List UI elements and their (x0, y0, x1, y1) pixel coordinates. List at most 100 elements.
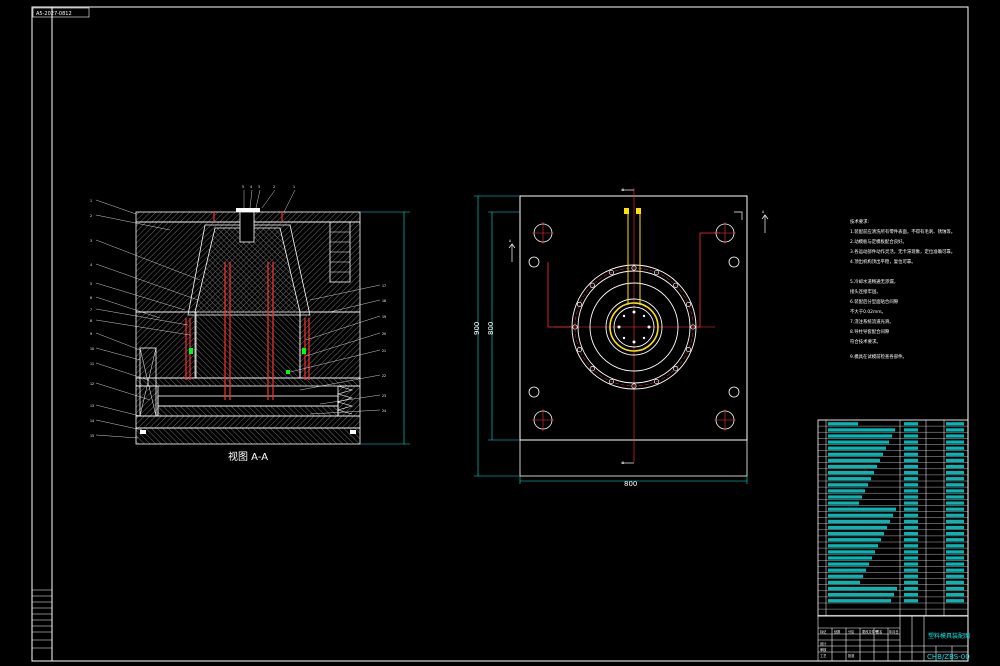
note-line: 9.模具在试模前检查各部件。 (850, 353, 907, 360)
row-label: 处数 (834, 629, 841, 634)
parts-row-text (828, 495, 862, 499)
drawing-number: CHB/ZBS-00 (927, 653, 970, 661)
parts-row-text (828, 538, 881, 542)
parts-row-material (904, 593, 918, 597)
parts-list (817, 419, 969, 617)
parts-row-text (828, 593, 894, 597)
part-label: 20 (382, 332, 386, 336)
parts-row-code (946, 574, 964, 578)
cut-mark-top: B (622, 188, 624, 192)
parts-row-code (946, 471, 964, 475)
parts-row-material (904, 434, 918, 438)
part-label: 1 (90, 199, 92, 203)
parts-row-text (828, 562, 869, 566)
part-label: 15 (90, 434, 94, 438)
parts-row-material (904, 562, 918, 566)
parts-row-material (904, 464, 918, 469)
parts-row-code (946, 525, 964, 530)
parts-row-code (946, 434, 964, 438)
note-line: 2.动模板与定模板配合良好。 (850, 238, 907, 245)
parts-row-text (828, 532, 884, 536)
parts-row-material (904, 580, 918, 584)
parts-row-text (828, 580, 860, 584)
role-label: 设计 (820, 641, 827, 646)
part-label: 3 (90, 239, 92, 243)
notes-title: 技术要求: (850, 218, 869, 225)
part-labels-top: 5 4 3 2 1 (242, 185, 295, 189)
parts-row-material (904, 471, 918, 475)
part-label: 24 (382, 409, 386, 413)
role-label: 工艺 (820, 653, 826, 658)
parts-row-code (946, 489, 964, 493)
parts-row-material (904, 428, 918, 432)
part-label: 7 (90, 308, 92, 312)
part-label: 2 (273, 185, 275, 189)
parts-row-code (946, 495, 964, 499)
parts-row-text (828, 440, 889, 444)
part-label: 11 (90, 362, 94, 366)
note-line: 接头连接牢固。 (850, 288, 881, 295)
part-label: 21 (382, 349, 386, 353)
dim-height-inner: 800 (487, 322, 495, 335)
parts-row-material (904, 574, 918, 578)
parts-row-text (828, 574, 863, 578)
parts-row-code (946, 464, 964, 469)
parts-row-material (904, 568, 918, 572)
parts-row-code (946, 422, 964, 426)
parts-row-code (946, 483, 964, 487)
parts-row-material (904, 556, 918, 560)
bolt-hole (576, 301, 583, 307)
drawing-title: 塑料模具装配图 (928, 632, 970, 640)
parts-row-material (904, 532, 918, 536)
parts-row-material (904, 586, 918, 591)
row-label: 标记 (820, 629, 827, 634)
part-label: 12 (90, 382, 94, 386)
parts-row-code (946, 507, 964, 511)
plan-view (474, 188, 769, 484)
parts-row-text (828, 434, 892, 438)
parts-row-code (946, 501, 964, 505)
parts-row-material (904, 507, 918, 511)
note-line: 1.装配前应清洗所有零件表面，不得有毛刺、锈蚀等。 (850, 228, 955, 235)
parts-row-code (946, 513, 964, 517)
parts-row-code (946, 593, 964, 597)
parts-row-code (946, 538, 964, 542)
parts-row-code (946, 550, 964, 554)
parts-row-material (904, 544, 918, 548)
parts-row-code (946, 580, 964, 584)
parts-row-text (828, 550, 875, 554)
part-label: 4 (250, 185, 252, 189)
part-label: 8 (90, 319, 92, 323)
parts-row-text (828, 568, 866, 572)
row-label: 分区 (848, 629, 855, 634)
part-label: 5 (242, 185, 244, 189)
parts-row-code (946, 544, 964, 548)
part-labels-right: 17 18 19 20 21 22 23 24 (382, 284, 386, 413)
parts-row-text (828, 464, 877, 469)
bolt-hole (576, 347, 583, 353)
parts-row-text (828, 519, 890, 523)
bolt-hole (685, 347, 692, 353)
parts-row-code (946, 477, 964, 481)
parts-row-text (828, 483, 868, 487)
parts-row-text (828, 471, 874, 475)
parts-row-text (828, 544, 878, 548)
part-label: 3 (258, 185, 260, 189)
part-label: 18 (382, 299, 386, 303)
cut-mark-bottom: B (622, 461, 624, 465)
bolt-hole (685, 301, 692, 307)
part-label: 22 (382, 374, 386, 378)
parts-row-code (946, 458, 964, 462)
part-label: 13 (90, 404, 94, 408)
dim-width: 800 (624, 480, 637, 488)
parts-row-material (904, 422, 918, 426)
parts-row-material (904, 483, 918, 487)
parts-row-code (946, 568, 964, 572)
section-caption: 视图 A-A (228, 450, 268, 463)
note-line: 不大于0.02mm。 (850, 308, 886, 315)
note-line: 4.顶出机构顶出平稳，复位可靠。 (850, 258, 916, 265)
parts-row-material (904, 446, 918, 450)
row-label: 签名 (876, 629, 882, 634)
parts-row-material (904, 458, 918, 462)
parts-row-code (946, 599, 964, 603)
